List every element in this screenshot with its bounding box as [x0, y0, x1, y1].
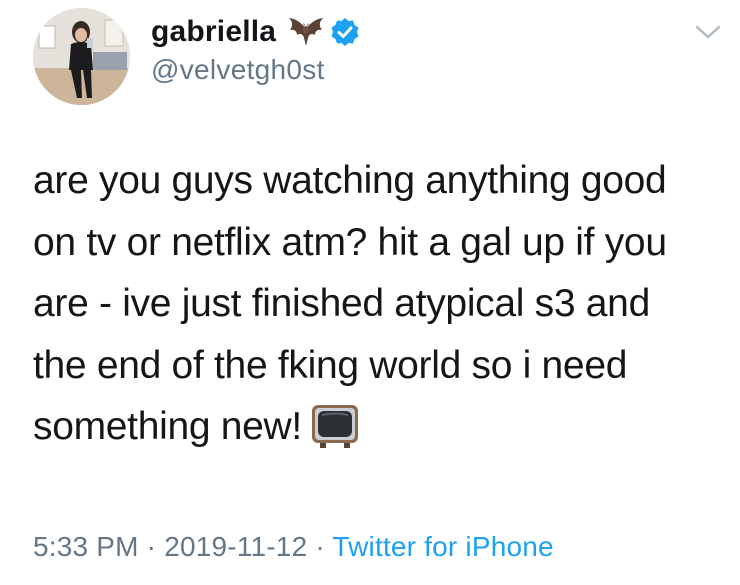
name-row: gabriella — [151, 12, 360, 52]
tweet-text-line: the end of the fking world so i need — [33, 343, 628, 387]
tweet-text: are you guys watching anything good on t… — [33, 150, 723, 458]
verified-badge-icon — [330, 17, 360, 47]
bat-icon — [286, 16, 326, 48]
user-handle[interactable]: @velvetgh0st — [151, 54, 360, 86]
chevron-down-icon[interactable] — [694, 22, 722, 42]
tweet-text-line: are you guys watching anything good — [33, 159, 667, 202]
tweet-meta: 5:33 PM · 2019-11-12 · Twitter for iPhon… — [33, 531, 554, 563]
tweet-date[interactable]: 2019-11-12 — [164, 531, 307, 562]
meta-separator: · — [146, 531, 157, 562]
avatar[interactable] — [33, 8, 130, 105]
television-icon — [310, 403, 360, 449]
tweet-card: gabriella @velvetgh0st are you guys watc… — [0, 0, 740, 585]
avatar-photo — [33, 8, 130, 105]
display-name[interactable]: gabriella — [151, 15, 276, 49]
author-block[interactable]: gabriella @velvetgh0st — [151, 12, 360, 86]
meta-separator: · — [315, 531, 325, 562]
tweet-text-last-line: something new! — [33, 396, 723, 458]
tweet-text-line: on tv or netflix atm? hit a gal up if yo… — [33, 220, 667, 264]
tweet-text-line: something new! — [33, 405, 302, 448]
tweet-time[interactable]: 5:33 PM — [33, 531, 139, 562]
tweet-source-link[interactable]: Twitter for iPhone — [332, 531, 553, 562]
tweet-text-line: are - ive just finished atypical s3 and — [33, 282, 650, 325]
